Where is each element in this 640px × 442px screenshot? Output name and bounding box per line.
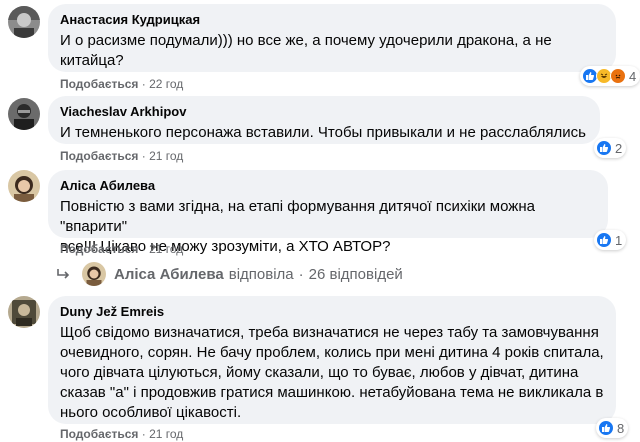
angry-icon bbox=[610, 68, 626, 84]
comment-meta: Подобається · 22 год bbox=[60, 76, 183, 92]
timestamp[interactable]: 22 год bbox=[149, 77, 183, 91]
meta-separator: · bbox=[141, 77, 146, 91]
comment-bubble: Duny Jež Emreis Щоб свідомо визначатися,… bbox=[48, 296, 616, 424]
like-icon bbox=[596, 232, 612, 248]
comment-author[interactable]: Duny Jež Emreis bbox=[60, 304, 604, 320]
meta-separator: · bbox=[141, 242, 146, 256]
avatar[interactable] bbox=[8, 296, 40, 328]
like-icon bbox=[598, 420, 614, 436]
reaction-count: 2 bbox=[615, 140, 623, 156]
comment-bubble: Аліса Абилева Повністю з вами згідна, на… bbox=[48, 170, 608, 255]
comment-meta: Подобається · 21 год bbox=[60, 241, 183, 257]
view-replies-link[interactable]: Аліса Абилева відповіла · 26 відповідей bbox=[56, 262, 403, 286]
comment-text: Щоб свідомо визначатися, треба визначати… bbox=[60, 324, 604, 421]
comment-bubble: Viacheslav Arkhipov И темненького персон… bbox=[48, 96, 600, 144]
reply-action: відповіла bbox=[228, 265, 294, 283]
meta-separator: · bbox=[141, 149, 146, 163]
timestamp[interactable]: 21 год bbox=[149, 427, 183, 441]
comment-meta: Подобається · 21 год bbox=[60, 148, 183, 164]
comment-text: И темненького персонажа вставили. Чтобы … bbox=[60, 124, 586, 141]
avatar[interactable] bbox=[8, 170, 40, 202]
reaction-count: 8 bbox=[617, 420, 625, 436]
comment-author[interactable]: Viacheslav Arkhipov bbox=[60, 104, 588, 120]
meta-separator: · bbox=[141, 427, 146, 441]
reaction-summary[interactable]: 4 bbox=[580, 66, 640, 86]
reply-author: Аліса Абилева bbox=[114, 265, 224, 283]
comment-author[interactable]: Аліса Абилева bbox=[60, 178, 596, 194]
reaction-count: 4 bbox=[629, 68, 637, 84]
avatar[interactable] bbox=[8, 98, 40, 130]
like-button[interactable]: Подобається bbox=[60, 242, 138, 256]
like-icon bbox=[596, 140, 612, 156]
reply-count: 26 відповідей bbox=[308, 265, 403, 283]
comment-author[interactable]: Анастасия Кудрицкая bbox=[60, 12, 604, 28]
like-button[interactable]: Подобається bbox=[60, 77, 138, 91]
reply-separator: · bbox=[298, 265, 304, 283]
timestamp[interactable]: 21 год bbox=[149, 149, 183, 163]
reply-avatar bbox=[82, 262, 106, 286]
comment-text: И о расизме подумали))) но все же, а поч… bbox=[60, 32, 552, 69]
reaction-summary[interactable]: 8 bbox=[596, 418, 629, 438]
like-button[interactable]: Подобається bbox=[60, 427, 138, 441]
avatar[interactable] bbox=[8, 6, 40, 38]
reaction-summary[interactable]: 2 bbox=[594, 138, 627, 158]
timestamp[interactable]: 21 год bbox=[149, 242, 183, 256]
like-button[interactable]: Подобається bbox=[60, 149, 138, 163]
reaction-summary[interactable]: 1 bbox=[594, 230, 627, 250]
comment-bubble: Анастасия Кудрицкая И о расизме подумали… bbox=[48, 4, 616, 72]
reply-arrow-icon bbox=[56, 267, 76, 281]
reaction-count: 1 bbox=[615, 232, 623, 248]
